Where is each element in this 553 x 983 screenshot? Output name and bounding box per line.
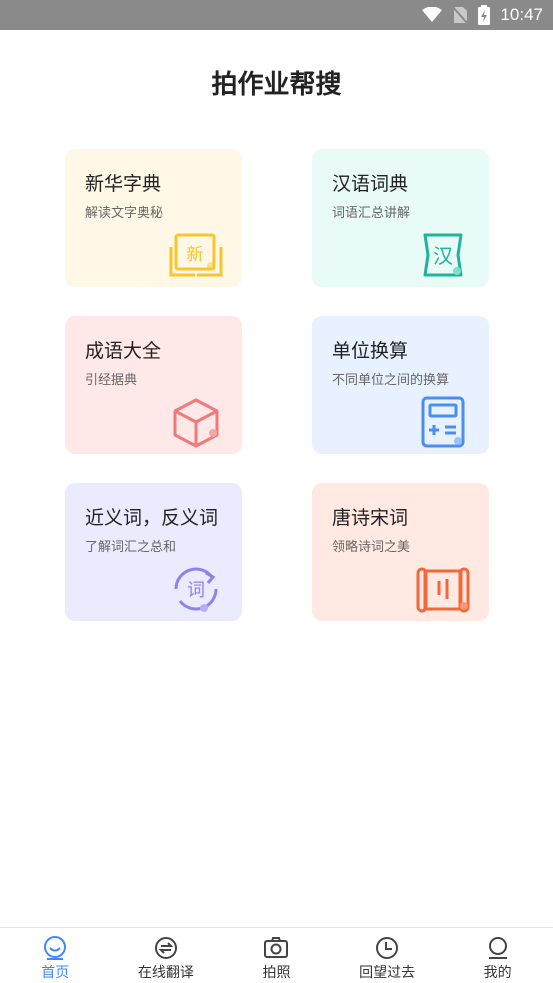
translate-icon: [154, 937, 177, 959]
card-subtitle: 领略诗词之美: [332, 540, 411, 555]
card-tang-song-poetry[interactable]: 唐诗宋词 领略诗词之美: [312, 483, 489, 621]
cube-icon: [173, 398, 219, 448]
card-idioms[interactable]: 成语大全 引经据典: [65, 316, 242, 454]
user-icon: [488, 937, 507, 959]
tab-label: 回望过去: [359, 965, 416, 981]
card-title: 新华字典: [85, 173, 162, 195]
tab-label: 我的: [483, 965, 512, 981]
tab-home[interactable]: 首页: [0, 928, 111, 983]
clock-icon: [376, 937, 399, 959]
card-title: 近义词，反义词: [85, 507, 219, 529]
tab-camera[interactable]: 拍照: [221, 928, 332, 983]
camera-icon: [264, 937, 289, 958]
wifi-icon: [422, 7, 443, 22]
card-chinese-dictionary[interactable]: 汉语词典 词语汇总讲解 汉: [312, 149, 489, 287]
scroll-glyph: 汉: [433, 244, 453, 268]
bottom-tab-bar: 首页 在线翻译 拍照 回望过去 我的: [0, 927, 553, 983]
card-subtitle: 解读文字奥秘: [85, 206, 164, 221]
card-title: 唐诗宋词: [332, 507, 409, 529]
scroll-icon: 汉: [423, 233, 463, 277]
calculator-icon: [421, 396, 465, 448]
card-title: 成语大全: [85, 340, 162, 362]
card-subtitle: 了解词汇之总和: [85, 540, 177, 555]
card-subtitle: 不同单位之间的换算: [332, 373, 450, 388]
tab-label: 在线翻译: [137, 965, 194, 981]
card-synonyms-antonyms[interactable]: 近义词，反义词 了解词汇之总和 词: [65, 483, 242, 621]
tab-profile[interactable]: 我的: [442, 928, 553, 983]
card-xinhua-dictionary[interactable]: 新华字典 解读文字奥秘 新: [65, 149, 242, 287]
card-title: 汉语词典: [332, 173, 409, 195]
status-time: 10:47: [500, 5, 543, 24]
card-subtitle: 引经据典: [85, 373, 138, 388]
book-icon: 新: [169, 233, 223, 277]
tab-history[interactable]: 回望过去: [332, 928, 443, 983]
page-title: 拍作业帮搜: [211, 70, 342, 100]
tab-label: 首页: [41, 965, 70, 981]
tab-label: 拍照: [262, 965, 291, 981]
status-bar: 10:47: [0, 0, 553, 30]
no-sim-icon: [452, 6, 469, 24]
book-glyph: 新: [187, 245, 204, 265]
cycle-icon: 词: [174, 567, 218, 612]
scroll-icon: [416, 567, 470, 613]
battery-charging-icon: [478, 5, 491, 25]
home-face-icon: [44, 936, 67, 960]
tab-translate[interactable]: 在线翻译: [111, 928, 222, 983]
card-title: 单位换算: [332, 340, 409, 362]
cycle-glyph: 词: [187, 580, 205, 601]
card-subtitle: 词语汇总讲解: [332, 206, 411, 221]
card-unit-conversion[interactable]: 单位换算 不同单位之间的换算: [312, 316, 489, 454]
